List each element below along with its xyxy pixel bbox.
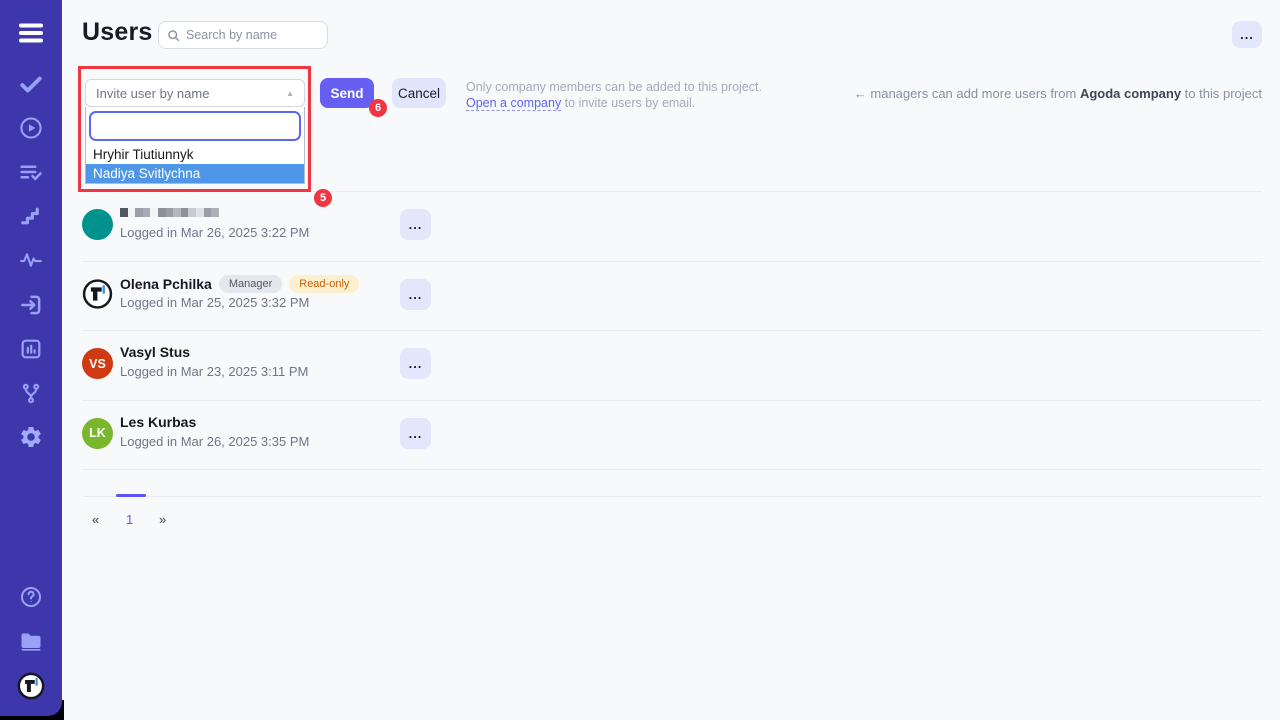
table-row: Logged in Mar 26, 2025 3:22 PM ... xyxy=(82,192,1262,262)
page-title: Users xyxy=(82,18,153,47)
search-input[interactable] xyxy=(186,28,319,42)
user-name: Vasyl Stus xyxy=(120,344,190,360)
pagination-page-1[interactable]: 1 xyxy=(126,512,133,527)
note-line1: Only company members can be added to thi… xyxy=(466,80,762,94)
user-name-text: Vasyl Stus xyxy=(120,344,190,360)
steps-icon[interactable] xyxy=(19,204,44,229)
annotation-badge-5: 5 xyxy=(314,189,332,207)
chevron-up-icon: ▲ xyxy=(286,89,294,98)
sidebar xyxy=(0,0,62,716)
avatar-logo xyxy=(82,279,113,310)
row-more-button[interactable]: ... xyxy=(400,209,431,240)
note-line2: to invite users by email. xyxy=(561,96,695,110)
avatar xyxy=(82,209,113,240)
table-row: VS Vasyl Stus Logged in Mar 23, 2025 3:1… xyxy=(82,331,1262,401)
user-name: Olena Pchilka Manager Read-only xyxy=(120,275,359,293)
avatar: LK xyxy=(82,418,113,449)
activity-icon[interactable] xyxy=(19,248,44,273)
search-box[interactable] xyxy=(158,21,328,49)
cancel-button[interactable]: Cancel xyxy=(392,78,446,108)
last-login: Logged in Mar 25, 2025 3:32 PM xyxy=(120,295,309,310)
pagination-prev[interactable]: « xyxy=(92,512,99,527)
pagination-divider xyxy=(83,496,1262,497)
invite-option-highlighted[interactable]: Nadiya Svitlychna xyxy=(86,164,304,183)
branch-icon[interactable] xyxy=(19,381,44,406)
app-logo[interactable] xyxy=(17,672,45,700)
pagination-active-indicator xyxy=(116,494,146,497)
last-login: Logged in Mar 23, 2025 3:11 PM xyxy=(120,364,308,379)
user-name-redacted xyxy=(120,205,219,217)
menu-icon[interactable] xyxy=(18,22,44,44)
avatar: VS xyxy=(82,348,113,379)
table-row: LK Les Kurbas Logged in Mar 26, 2025 3:3… xyxy=(82,401,1262,471)
page-more-button[interactable]: ... xyxy=(1232,21,1262,48)
help-icon[interactable] xyxy=(19,585,43,609)
pagination-next[interactable]: » xyxy=(159,512,166,527)
manager-hint: ← managers can add more users from Agoda… xyxy=(854,86,1262,101)
task-list-icon[interactable] xyxy=(19,160,44,185)
check-icon[interactable] xyxy=(18,71,44,97)
invite-select-placeholder: Invite user by name xyxy=(96,86,209,101)
row-more-button[interactable]: ... xyxy=(400,348,431,379)
last-login: Logged in Mar 26, 2025 3:35 PM xyxy=(120,434,309,449)
play-circle-icon[interactable] xyxy=(19,116,44,141)
manager-hint-suffix: to this project xyxy=(1181,86,1262,101)
settings-gear-icon[interactable] xyxy=(19,425,44,450)
search-icon xyxy=(167,29,180,42)
open-company-link[interactable]: Open a company xyxy=(466,96,561,111)
annotation-badge-6: 6 xyxy=(369,99,387,117)
send-button[interactable]: Send xyxy=(320,78,374,108)
row-more-button[interactable]: ... xyxy=(400,418,431,449)
user-name: Les Kurbas xyxy=(120,414,196,430)
user-name-text: Olena Pchilka xyxy=(120,276,212,292)
manager-hint-prefix: ← managers can add more users from xyxy=(854,86,1080,101)
role-badge: Manager xyxy=(219,275,282,293)
folder-icon[interactable] xyxy=(18,629,44,653)
report-icon[interactable] xyxy=(19,337,44,362)
readonly-badge: Read-only xyxy=(289,275,359,293)
invite-dropdown: Hryhir Tiutiunnyk Nadiya Svitlychna xyxy=(85,107,305,184)
sign-in-icon[interactable] xyxy=(18,292,44,318)
redacted-name xyxy=(120,208,219,217)
row-more-button[interactable]: ... xyxy=(400,279,431,310)
invite-note: Only company members can be added to thi… xyxy=(466,79,762,111)
invite-filter-input[interactable] xyxy=(89,111,301,141)
invite-option[interactable]: Hryhir Tiutiunnyk xyxy=(86,145,304,164)
table-row: Olena Pchilka Manager Read-only Logged i… xyxy=(82,262,1262,332)
user-list: Logged in Mar 26, 2025 3:22 PM ... Olena… xyxy=(82,191,1262,470)
invite-user-select[interactable]: Invite user by name ▲ xyxy=(85,79,305,107)
manager-hint-company: Agoda company xyxy=(1080,86,1181,101)
last-login: Logged in Mar 26, 2025 3:22 PM xyxy=(120,225,309,240)
user-name-text: Les Kurbas xyxy=(120,414,196,430)
